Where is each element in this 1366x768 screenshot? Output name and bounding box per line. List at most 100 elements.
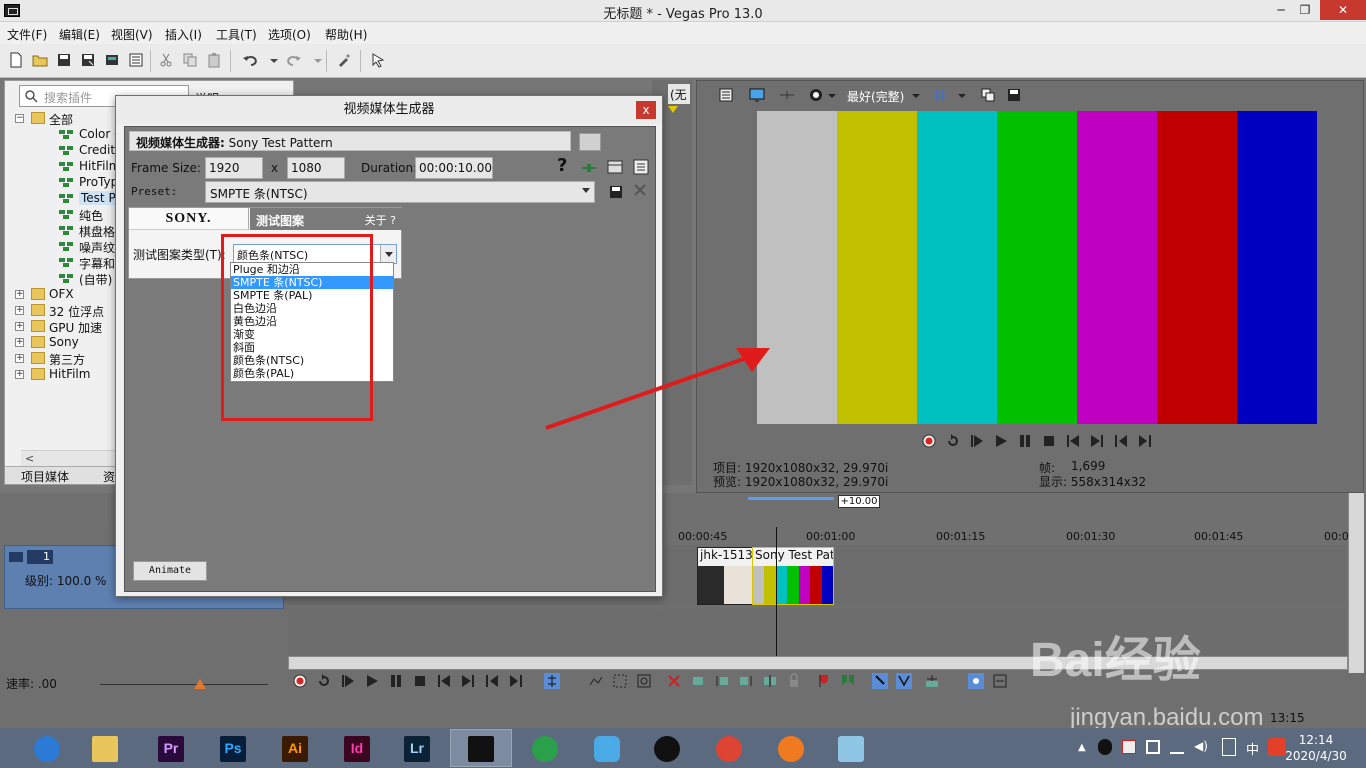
previous-frame-icon[interactable] <box>1113 433 1129 449</box>
crossfade-icon[interactable] <box>924 673 940 689</box>
help-pointer-icon[interactable] <box>370 52 386 68</box>
close-button[interactable]: ✕ <box>1320 0 1366 20</box>
volume-icon[interactable]: ◀) <box>1194 739 1208 753</box>
save-preset-icon[interactable] <box>609 185 623 202</box>
taskbar-app-11[interactable] <box>712 732 744 764</box>
preset-dropdown[interactable]: SMPTE 条(NTSC) <box>205 181 595 203</box>
dialog-close-button[interactable]: x <box>636 101 656 119</box>
help-button[interactable]: ? <box>557 155 567 176</box>
rate-slider-thumb-icon[interactable] <box>194 679 206 689</box>
taskbar-app-7[interactable] <box>464 732 496 764</box>
ime-indicator[interactable]: 中 <box>1246 739 1259 758</box>
new-file-icon[interactable] <box>8 52 24 68</box>
lock-icon[interactable] <box>786 673 802 689</box>
menu-file[interactable]: 文件(F) <box>7 26 47 43</box>
tab-explorer[interactable]: 资 <box>103 468 115 485</box>
pause-icon[interactable] <box>1017 433 1033 449</box>
record-icon[interactable] <box>292 673 308 689</box>
timeline-clip[interactable]: jhk-1513 <box>697 547 753 605</box>
expand-icon[interactable]: + <box>15 290 24 299</box>
trim-start-icon[interactable] <box>714 673 730 689</box>
expand-icon[interactable]: + <box>15 370 24 379</box>
time-ruler[interactable]: 00:00:45 00:01:00 00:01:15 00:01:30 00:0… <box>668 527 1349 547</box>
undo-icon[interactable] <box>242 52 258 68</box>
region-icon[interactable] <box>840 673 856 689</box>
menu-help[interactable]: 帮助(H) <box>325 26 367 43</box>
loop-icon[interactable] <box>316 673 332 689</box>
quality-dropdown-icon[interactable] <box>911 88 921 102</box>
about-link[interactable]: 关于 ? <box>365 212 396 228</box>
envelope-tool-icon[interactable] <box>588 673 604 689</box>
taskbar-app-5[interactable]: Id <box>340 732 372 764</box>
duration-input[interactable]: 00:00:10.00 <box>415 157 493 179</box>
overlays-dropdown-icon[interactable] <box>957 88 967 102</box>
overlays-grid-icon[interactable] <box>933 88 947 102</box>
zoom-slider[interactable] <box>748 497 834 500</box>
go-to-end-icon[interactable] <box>460 673 476 689</box>
clock[interactable]: 12:14 2020/4/30 <box>1276 732 1356 764</box>
next-frame-icon[interactable] <box>508 673 524 689</box>
maximize-button[interactable]: ❐ <box>1292 0 1318 20</box>
redo-icon[interactable] <box>286 52 302 68</box>
render-icon[interactable] <box>104 52 120 68</box>
collapse-icon[interactable]: − <box>15 114 24 123</box>
open-folder-icon[interactable] <box>32 52 48 68</box>
media-generator-icon[interactable] <box>607 159 623 178</box>
go-to-end-icon[interactable] <box>1089 433 1105 449</box>
brush-icon[interactable] <box>336 52 352 68</box>
taskbar-app-8[interactable] <box>528 732 560 764</box>
next-frame-icon[interactable] <box>1137 433 1153 449</box>
redo-dropdown-icon[interactable] <box>310 52 322 68</box>
go-to-start-icon[interactable] <box>436 673 452 689</box>
previous-frame-icon[interactable] <box>484 673 500 689</box>
preset-link-icon[interactable] <box>581 161 597 178</box>
test-pattern-clip[interactable]: Sony Test Patt <box>752 547 834 605</box>
preview-properties-icon[interactable] <box>719 88 733 102</box>
track-level[interactable]: 级别: 100.0 % <box>25 572 106 589</box>
frame-width-input[interactable]: 1920 <box>205 157 263 179</box>
trim-end-icon[interactable] <box>738 673 754 689</box>
play-icon[interactable] <box>364 673 380 689</box>
qq-tray-icon[interactable] <box>1098 739 1112 755</box>
expand-icon[interactable]: + <box>15 306 24 315</box>
security-tray-icon[interactable] <box>1122 740 1136 754</box>
expand-icon[interactable]: + <box>15 338 24 347</box>
preview-mode-dropdown-icon[interactable] <box>827 88 837 102</box>
split-screen-icon[interactable] <box>779 88 794 102</box>
menu-options[interactable]: 选项(O) <box>268 26 311 43</box>
save-icon[interactable] <box>56 52 72 68</box>
animate-button[interactable]: Animate <box>133 561 207 581</box>
delete-icon[interactable] <box>666 673 682 689</box>
frame-height-input[interactable]: 1080 <box>287 157 345 179</box>
stop-icon[interactable] <box>1041 433 1057 449</box>
copy-snapshot-icon[interactable] <box>981 88 995 102</box>
play-from-start-icon[interactable] <box>969 433 985 449</box>
taskbar-app-4[interactable]: Ai <box>278 732 310 764</box>
zoom-tool-icon[interactable] <box>636 673 652 689</box>
taskbar-app-6[interactable]: Lr <box>400 732 432 764</box>
save-snapshot-icon[interactable] <box>1007 88 1021 102</box>
play-icon[interactable] <box>993 433 1009 449</box>
tab-project-media[interactable]: 项目媒体 <box>21 468 69 485</box>
marker-icon[interactable] <box>816 673 832 689</box>
stop-icon[interactable] <box>412 673 428 689</box>
play-from-start-icon[interactable] <box>340 673 356 689</box>
record-icon[interactable] <box>921 433 937 449</box>
preview-quality-dropdown[interactable]: 最好(完整) <box>847 88 904 105</box>
battery-icon[interactable] <box>1146 740 1160 754</box>
taskbar-app-3[interactable]: Ps <box>216 732 248 764</box>
normal-edit-tool-icon[interactable] <box>544 673 560 689</box>
loop-icon[interactable] <box>945 433 961 449</box>
undo-dropdown-icon[interactable] <box>266 52 278 68</box>
go-to-start-icon[interactable] <box>1065 433 1081 449</box>
preview-mode-icon[interactable] <box>809 88 823 102</box>
menu-insert[interactable]: 插入(I) <box>165 26 202 43</box>
taskbar-app-2[interactable]: Pr <box>154 732 186 764</box>
copy-icon[interactable] <box>182 52 198 68</box>
taskbar-app-12[interactable] <box>774 732 806 764</box>
paste-icon[interactable] <box>206 52 222 68</box>
properties-icon[interactable] <box>128 52 144 68</box>
timeline-vertical-scrollbar[interactable] <box>1348 493 1364 673</box>
view-thumbnails-button[interactable] <box>631 133 653 151</box>
tray-expand-icon[interactable]: ▲ <box>1078 742 1086 753</box>
